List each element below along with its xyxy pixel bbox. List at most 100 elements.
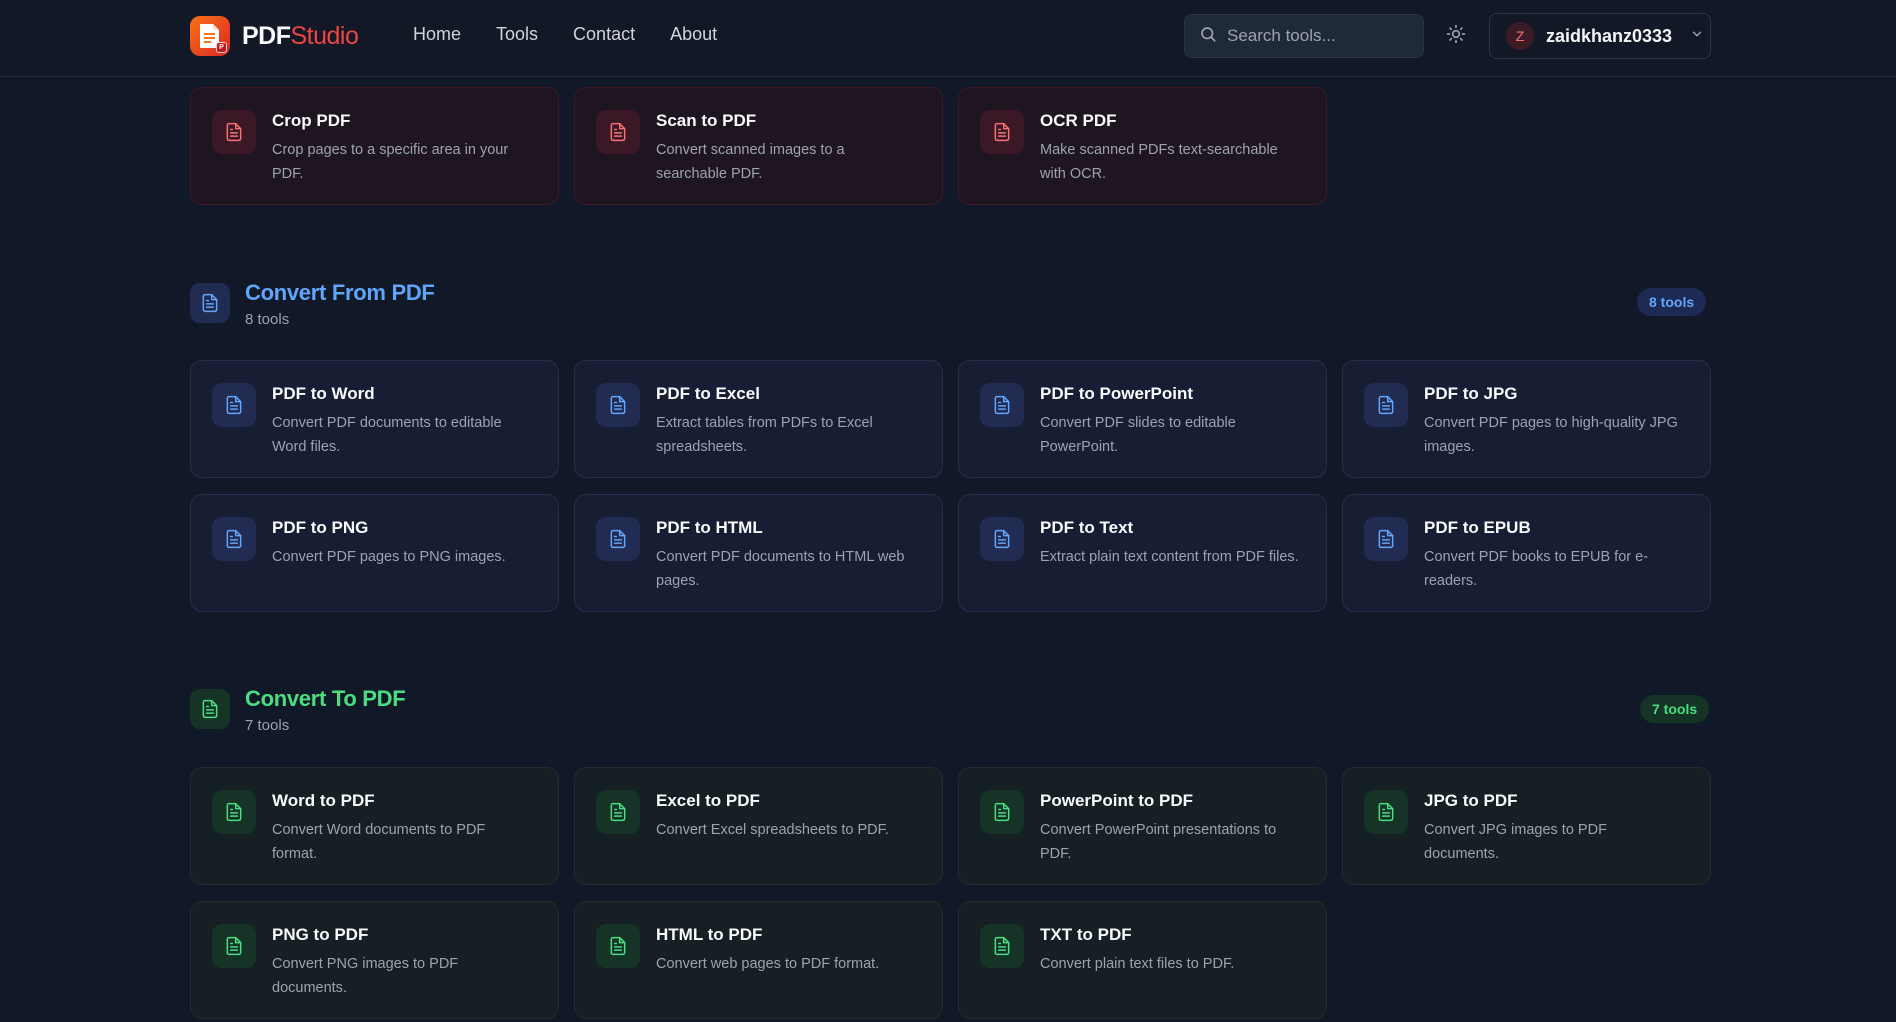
document-icon — [212, 517, 256, 561]
document-icon — [212, 383, 256, 427]
tool-card-description: Crop pages to a specific area in your PD… — [272, 142, 509, 182]
tool-card-description: Convert plain text files to PDF. — [1040, 956, 1235, 972]
tool-card-pdf-to-png[interactable]: PDF to PNG Convert PDF pages to PNG imag… — [190, 494, 559, 612]
search-input[interactable] — [1227, 26, 1407, 46]
document-icon — [212, 924, 256, 968]
tool-card-pdf-to-jpg[interactable]: PDF to JPG Convert PDF pages to high-qua… — [1342, 360, 1711, 478]
document-icon — [596, 790, 640, 834]
section-count-convert-to: 7 tools — [245, 717, 290, 734]
section-title-convert-from: Convert From PDF — [245, 280, 435, 305]
tool-card-description: Convert scanned images to a searchable P… — [656, 142, 845, 182]
tool-card-title: PDF to Word — [272, 384, 375, 403]
tool-card-html-to-pdf[interactable]: HTML to PDF Convert web pages to PDF for… — [574, 901, 943, 1019]
tool-card-description: Convert web pages to PDF format. — [656, 956, 880, 972]
section-count-convert-from: 8 tools — [245, 311, 290, 328]
tool-card-pdf-to-html[interactable]: PDF to HTML Convert PDF documents to HTM… — [574, 494, 943, 612]
document-icon — [596, 110, 640, 154]
document-icon — [1364, 790, 1408, 834]
tool-card-description: Convert PDF books to EPUB for e-readers. — [1424, 549, 1649, 589]
tool-card-title: PDF to EPUB — [1424, 518, 1531, 537]
tool-card-scan-to-pdf[interactable]: Scan to PDF Convert scanned images to a … — [574, 87, 943, 205]
tool-card-title: PDF to PowerPoint — [1040, 384, 1193, 403]
tool-card-title: PDF to Excel — [656, 384, 760, 403]
search-box[interactable] — [1184, 14, 1424, 58]
tool-card-pdf-to-powerpoint[interactable]: PDF to PowerPoint Convert PDF slides to … — [958, 360, 1327, 478]
theme-toggle-button[interactable] — [1440, 20, 1472, 52]
document-icon — [596, 517, 640, 561]
brand-name-studio: Studio — [290, 21, 359, 50]
tool-card-title: Word to PDF — [272, 791, 375, 810]
tool-card-description: Make scanned PDFs text-searchable with O… — [1040, 142, 1278, 182]
user-menu-button[interactable]: Z zaidkhanz0333 — [1489, 13, 1711, 59]
tool-card-title: PNG to PDF — [272, 925, 369, 944]
tool-card-description: Convert PDF pages to high-quality JPG im… — [1424, 415, 1678, 455]
logo-badge: P — [216, 42, 227, 53]
tool-card-description: Extract plain text content from PDF file… — [1040, 549, 1299, 565]
document-icon — [980, 517, 1024, 561]
tool-card-description: Convert PNG images to PDF documents. — [272, 956, 459, 996]
tool-card-description: Convert PDF documents to HTML web pages. — [656, 549, 905, 589]
top-header: P PDFStudio Home Tools Contact About Z — [0, 0, 1896, 77]
tool-card-title: Scan to PDF — [656, 111, 757, 130]
tool-card-description: Convert Excel spreadsheets to PDF. — [656, 822, 889, 838]
tool-card-pdf-to-word[interactable]: PDF to Word Convert PDF documents to edi… — [190, 360, 559, 478]
tool-card-powerpoint-to-pdf[interactable]: PowerPoint to PDF Convert PowerPoint pre… — [958, 767, 1327, 885]
tool-card-description: Convert JPG images to PDF documents. — [1424, 822, 1607, 862]
tool-card-title: PDF to PNG — [272, 518, 369, 537]
username: zaidkhanz0333 — [1546, 25, 1673, 46]
tool-card-title: Excel to PDF — [656, 791, 760, 810]
tool-card-title: PDF to Text — [1040, 518, 1134, 537]
document-icon — [1364, 383, 1408, 427]
tool-card-title: PowerPoint to PDF — [1040, 791, 1193, 810]
document-icon — [980, 110, 1024, 154]
tool-card-pdf-to-text[interactable]: PDF to Text Extract plain text content f… — [958, 494, 1327, 612]
search-icon — [1199, 25, 1217, 48]
document-icon — [980, 383, 1024, 427]
convert-to-section-icon — [190, 689, 230, 729]
tool-card-crop-pdf[interactable]: Crop PDF Crop pages to a specific area i… — [190, 87, 559, 205]
tool-card-description: Extract tables from PDFs to Excel spread… — [656, 415, 873, 455]
tool-card-title: OCR PDF — [1040, 111, 1117, 130]
brand-name-pdf: PDF — [242, 21, 291, 50]
tools-count-badge: 7 tools — [1640, 695, 1710, 723]
tool-card-description: Convert Word documents to PDF format. — [272, 822, 486, 862]
tool-card-jpg-to-pdf[interactable]: JPG to PDF Convert JPG images to PDF doc… — [1342, 767, 1711, 885]
document-icon — [596, 383, 640, 427]
tool-card-pdf-to-epub[interactable]: PDF to EPUB Convert PDF books to EPUB fo… — [1342, 494, 1711, 612]
sun-icon — [1446, 24, 1466, 49]
brand-name: PDFStudio — [242, 21, 359, 51]
tool-card-excel-to-pdf[interactable]: Excel to PDF Convert Excel spreadsheets … — [574, 767, 943, 885]
document-icon — [212, 790, 256, 834]
main-nav: Home Tools Contact About — [413, 24, 717, 45]
document-icon — [1364, 517, 1408, 561]
document-icon — [596, 924, 640, 968]
tools-count-badge: 8 tools — [1637, 288, 1707, 316]
chevron-down-icon — [1690, 27, 1704, 46]
document-icon — [212, 110, 256, 154]
nav-about[interactable]: About — [670, 24, 717, 45]
tool-card-description: Convert PDF pages to PNG images. — [272, 549, 506, 565]
tool-card-title: PDF to HTML — [656, 518, 763, 537]
tool-card-title: JPG to PDF — [1424, 791, 1518, 810]
tool-card-word-to-pdf[interactable]: Word to PDF Convert Word documents to PD… — [190, 767, 559, 885]
nav-tools[interactable]: Tools — [496, 24, 538, 45]
tool-card-title: PDF to JPG — [1424, 384, 1518, 403]
tool-card-title: TXT to PDF — [1040, 925, 1132, 944]
tool-card-png-to-pdf[interactable]: PNG to PDF Convert PNG images to PDF doc… — [190, 901, 559, 1019]
tool-card-ocr-pdf[interactable]: OCR PDF Make scanned PDFs text-searchabl… — [958, 87, 1327, 205]
convert-from-section-icon — [190, 283, 230, 323]
tool-card-description: Convert PowerPoint presentations to PDF. — [1040, 822, 1277, 862]
nav-home[interactable]: Home — [413, 24, 461, 45]
document-icon — [980, 790, 1024, 834]
pdf-logo-icon: P — [190, 16, 230, 56]
document-icon — [980, 924, 1024, 968]
tool-card-txt-to-pdf[interactable]: TXT to PDF Convert plain text files to P… — [958, 901, 1327, 1019]
avatar: Z — [1506, 22, 1534, 50]
tool-card-title: HTML to PDF — [656, 925, 763, 944]
tool-card-description: Convert PDF slides to editable PowerPoin… — [1040, 415, 1236, 455]
tool-card-pdf-to-excel[interactable]: PDF to Excel Extract tables from PDFs to… — [574, 360, 943, 478]
tool-card-title: Crop PDF — [272, 111, 351, 130]
brand-logo[interactable]: P PDFStudio — [190, 16, 359, 56]
tool-card-description: Convert PDF documents to editable Word f… — [272, 415, 502, 455]
nav-contact[interactable]: Contact — [573, 24, 635, 45]
